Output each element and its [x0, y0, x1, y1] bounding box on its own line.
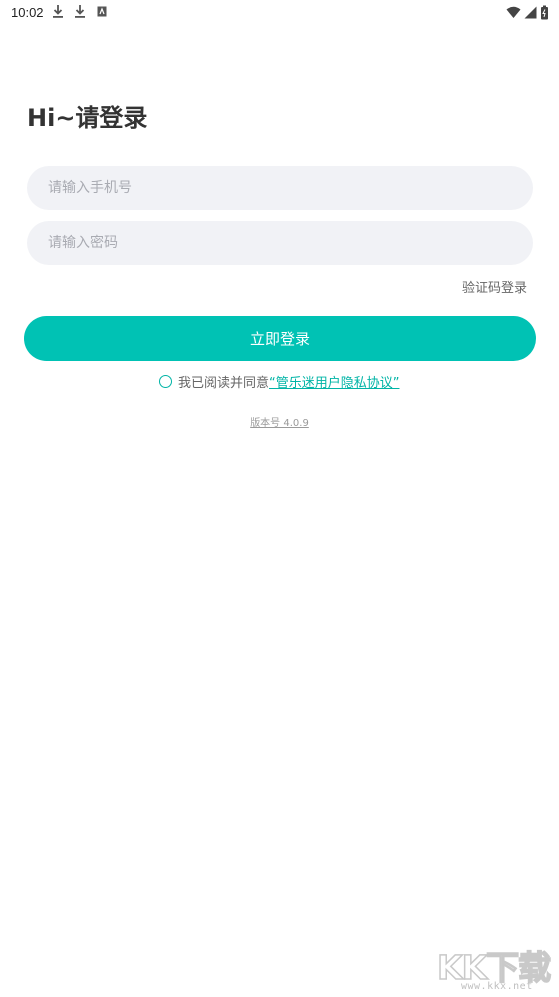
wifi-icon [506, 6, 521, 24]
app-notification-icon [96, 4, 110, 20]
status-bar: 10:02 [0, 0, 559, 26]
agreement-prefix: 我已阅读并同意 [178, 376, 270, 391]
notification-icons [52, 4, 110, 20]
status-time: 10:02 [11, 5, 44, 20]
agreement-radio[interactable] [159, 375, 172, 388]
version-label: 版本号 4.0.9 [250, 418, 309, 429]
password-input[interactable] [27, 221, 533, 265]
download-icon [74, 4, 88, 20]
battery-icon [540, 5, 549, 25]
phone-input[interactable] [27, 166, 533, 210]
system-icons [506, 5, 549, 25]
privacy-policy-link[interactable]: “管乐迷用户隐私协议” [269, 372, 399, 391]
download-icon [52, 4, 66, 20]
watermark: KK下载 www.kkx.net [436, 939, 555, 995]
cellular-signal-icon [524, 6, 537, 24]
agreement-row: 我已阅读并同意 “管乐迷用户隐私协议” [159, 372, 400, 391]
watermark-url: www.kkx.net [461, 981, 533, 992]
page-title: Hi~请登录 [27, 104, 148, 132]
login-button[interactable]: 立即登录 [24, 316, 536, 361]
sms-login-link[interactable]: 验证码登录 [462, 277, 527, 296]
